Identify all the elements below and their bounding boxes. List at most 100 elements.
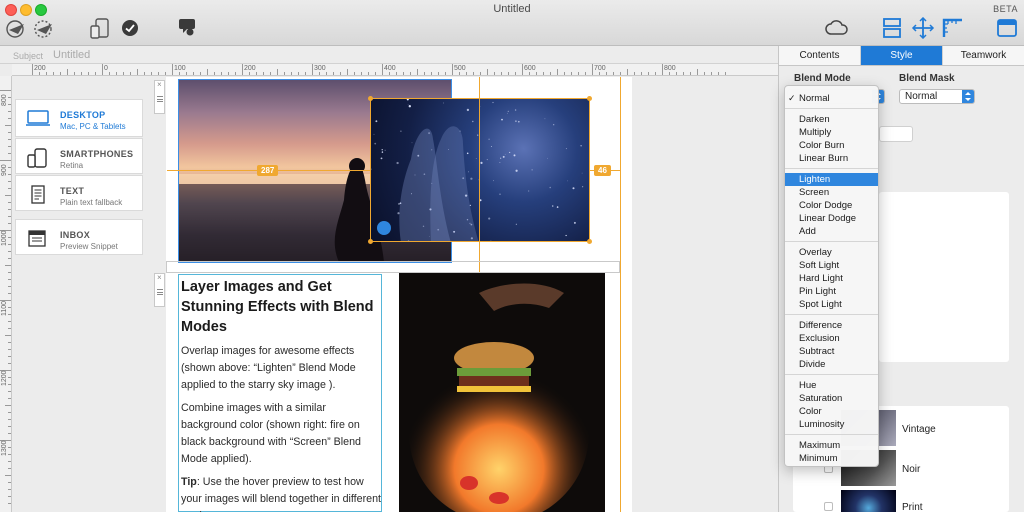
menu-item-divide[interactable]: Divide (785, 358, 878, 371)
device-text[interactable]: TEXT Plain text fallback (15, 175, 143, 211)
row-handle[interactable]: × (154, 80, 165, 114)
device-subtitle: Preview Snippet (60, 242, 118, 251)
ruler-minor-tick (459, 72, 460, 75)
send-campaign-button[interactable] (31, 18, 55, 40)
burger-fire-image[interactable] (399, 273, 605, 512)
ruler-minor-tick (8, 146, 11, 147)
menu-item-pin-light[interactable]: Pin Light (785, 285, 878, 298)
menu-item-screen[interactable]: Screen (785, 186, 878, 199)
blend-mode-label: Blend Mode (794, 73, 851, 84)
crosshair-arrows-icon (911, 17, 935, 39)
layout-button[interactable] (880, 16, 906, 40)
menu-item-label: Luminosity (799, 419, 845, 430)
row-handle[interactable]: × (154, 273, 165, 307)
menu-item-color-burn[interactable]: Color Burn (785, 139, 878, 152)
device-desktop[interactable]: DESKTOP Mac, PC & Tablets (15, 99, 143, 137)
device-title: TEXT (60, 186, 85, 196)
subject-input[interactable]: Untitled (53, 49, 90, 61)
menu-item-exclusion[interactable]: Exclusion (785, 332, 878, 345)
menu-item-minimum[interactable]: Minimum (785, 452, 878, 465)
opacity-field[interactable] (879, 126, 913, 142)
ruler-minor-tick (410, 72, 411, 75)
comment-icon[interactable] (377, 221, 391, 235)
send-test-button[interactable] (4, 18, 28, 40)
blend-mask-select[interactable]: Normal (899, 89, 975, 104)
ruler-minor-tick (8, 321, 11, 322)
ruler-minor-tick (5, 195, 11, 196)
comments-button[interactable] (176, 16, 198, 38)
menu-item-color[interactable]: Color (785, 405, 878, 418)
ruler-label: 1000 (1, 230, 8, 246)
menu-item-linear-dodge[interactable]: Linear Dodge (785, 212, 878, 225)
menu-item-subtract[interactable]: Subtract (785, 345, 878, 358)
ruler-minor-tick (340, 72, 341, 75)
star (544, 118, 546, 120)
menu-item-label: Screen (799, 187, 830, 198)
close-icon[interactable]: × (157, 273, 162, 282)
style-preview-card (879, 192, 1009, 362)
star (509, 151, 511, 153)
menu-item-label: Hue (799, 380, 817, 391)
menu-item-linear-burn[interactable]: Linear Burn (785, 152, 878, 165)
tab-teamwork[interactable]: Teamwork (943, 46, 1024, 65)
menu-item-color-dodge[interactable]: Color Dodge (785, 199, 878, 212)
tab-contents[interactable]: Contents (779, 46, 861, 65)
ruler-minor-tick (669, 72, 670, 75)
resize-handle[interactable] (368, 96, 373, 101)
text-block[interactable]: Layer Images and Get Stunning Effects wi… (178, 274, 382, 512)
device-inbox[interactable]: INBOX Preview Snippet (15, 219, 143, 255)
menu-item-add[interactable]: Add (785, 225, 878, 238)
tab-style[interactable]: Style (861, 46, 943, 65)
spacing-button[interactable] (910, 16, 936, 40)
device-smartphones[interactable]: SMARTPHONES Retina (15, 138, 143, 174)
text-doc-icon (31, 185, 45, 204)
device-preview-button[interactable] (88, 16, 114, 40)
menu-item-normal[interactable]: ✓ Normal (785, 92, 878, 105)
checkmark-circle-icon (122, 20, 138, 36)
menu-item-soft-light[interactable]: Soft Light (785, 259, 878, 272)
close-icon[interactable]: × (157, 80, 162, 89)
ruler-tick (0, 90, 11, 91)
menu-item-saturation[interactable]: Saturation (785, 392, 878, 405)
menu-icon (157, 96, 163, 102)
menu-item-luminosity[interactable]: Luminosity (785, 418, 878, 431)
menu-item-maximum[interactable]: Maximum (785, 439, 878, 452)
ruler-minor-tick (8, 468, 11, 469)
menu-item-overlay[interactable]: Overlay (785, 246, 878, 259)
menu-item-difference[interactable]: Difference (785, 319, 878, 332)
menu-item-lighten[interactable]: Lighten (785, 173, 878, 186)
ruler-minor-tick (8, 349, 11, 350)
ruler-minor-tick (8, 286, 11, 287)
ruler-tick (382, 64, 383, 75)
menu-item-multiply[interactable]: Multiply (785, 126, 878, 139)
ruler-minor-tick (557, 69, 558, 75)
ruler-label: 300 (314, 65, 326, 72)
star (567, 180, 569, 182)
starry-sky-image[interactable] (370, 98, 590, 242)
ruler-minor-tick (8, 167, 11, 168)
ruler-minor-tick (249, 72, 250, 75)
star (582, 186, 584, 188)
filter-name: Print (902, 502, 923, 512)
filter-checkbox[interactable] (824, 502, 833, 511)
resize-handle[interactable] (368, 239, 373, 244)
ruler-minor-tick (221, 72, 222, 75)
menu-item-label: Soft Light (799, 260, 840, 271)
menu-item-spot-light[interactable]: Spot Light (785, 298, 878, 311)
menu-item-hue[interactable]: Hue (785, 379, 878, 392)
ruler-minor-tick (8, 244, 11, 245)
star (502, 155, 505, 158)
menu-separator (785, 241, 878, 242)
device-subtitle: Retina (60, 161, 84, 170)
check-button[interactable] (120, 18, 140, 38)
resize-handle[interactable] (587, 96, 592, 101)
ruler-button[interactable] (940, 16, 966, 40)
menu-item-darken[interactable]: Darken (785, 113, 878, 126)
menu-item-hard-light[interactable]: Hard Light (785, 272, 878, 285)
cloud-sync-button[interactable] (824, 18, 850, 38)
resize-handle[interactable] (587, 239, 592, 244)
ruler-minor-tick (8, 363, 11, 364)
ruler-minor-tick (8, 314, 11, 315)
burger-fire-illustration (409, 283, 589, 512)
toggle-sidebar-button[interactable] (994, 16, 1020, 40)
